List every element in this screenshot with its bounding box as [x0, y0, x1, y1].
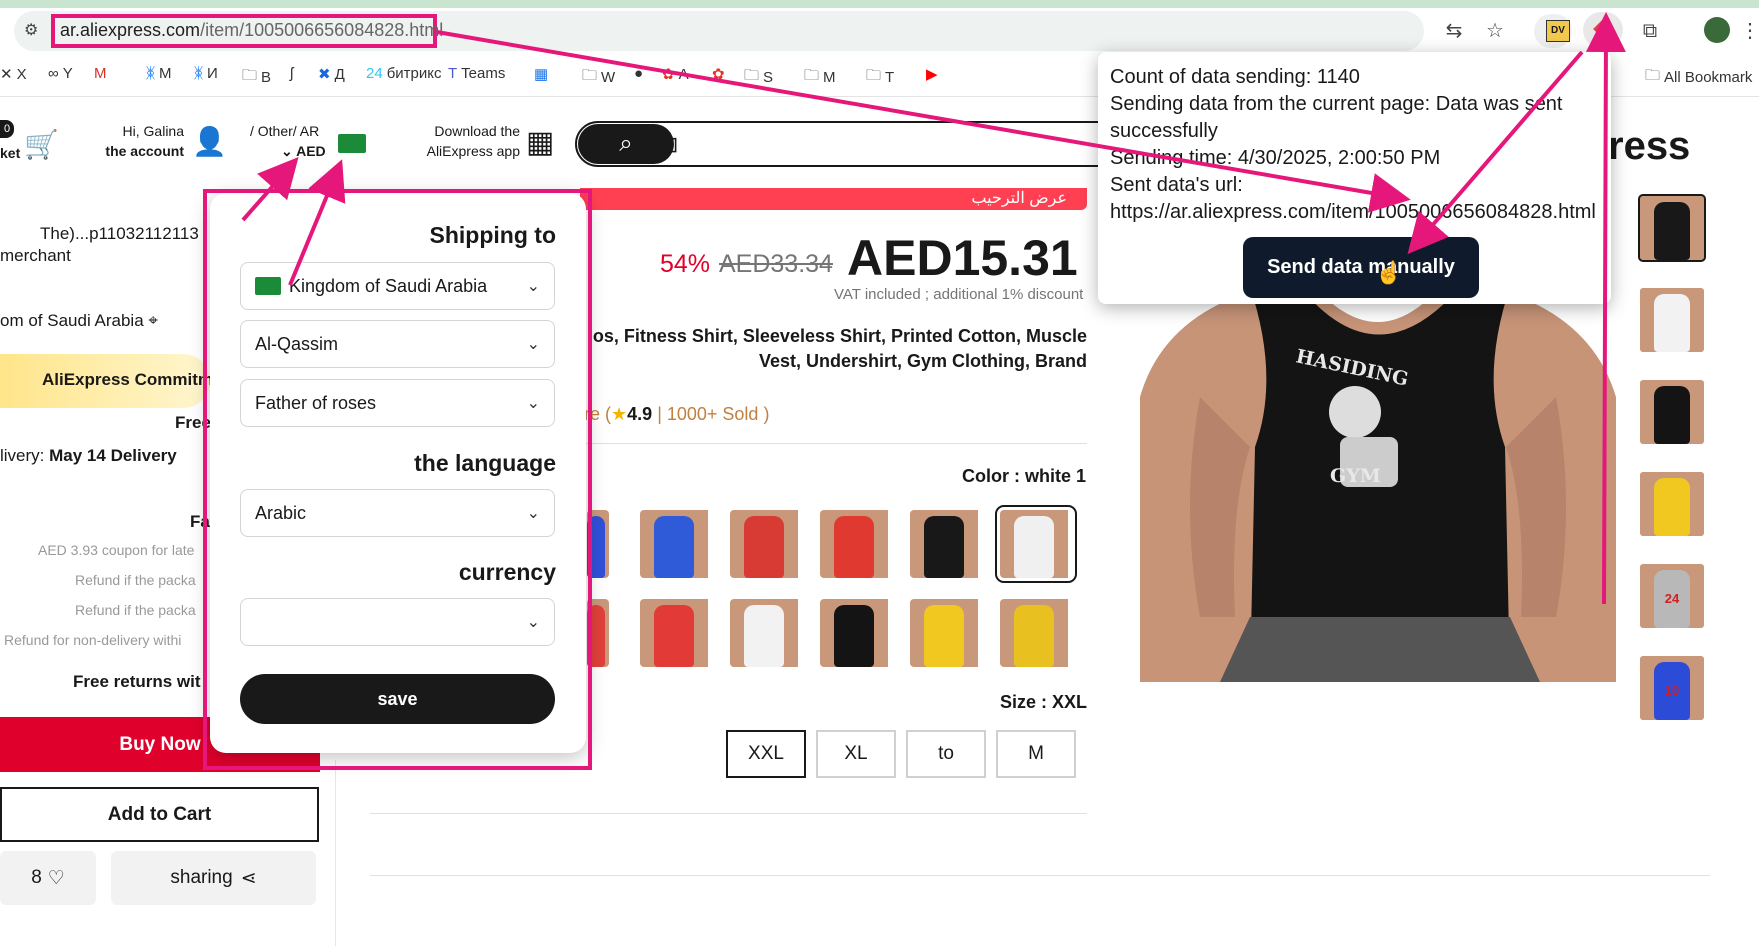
arrow-up-to-extension: [1585, 12, 1626, 605]
arrow-to-region: [241, 157, 299, 222]
arrow-to-currency: [288, 159, 346, 286]
arrow-icon-to-button: [1407, 50, 1584, 255]
arrow-url-to-popup: [436, 30, 1411, 213]
annotation-arrows: [241, 12, 1626, 605]
